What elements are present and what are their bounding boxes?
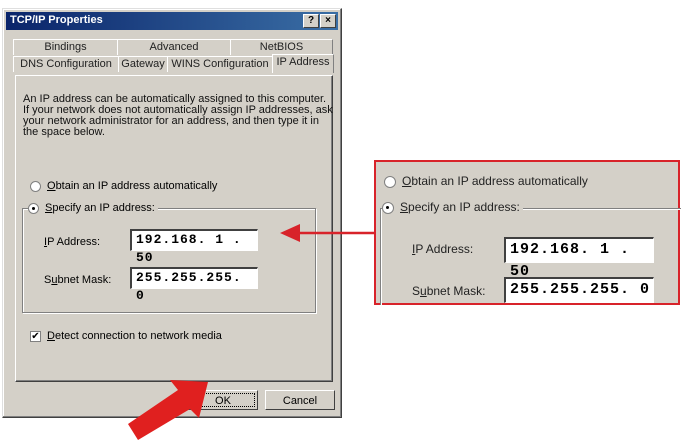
pointer-arrow-to-ok: [128, 380, 208, 440]
annotation-arrows: [128, 224, 374, 440]
pointer-arrow-to-ip: [280, 224, 374, 242]
tab-ip-address[interactable]: IP Address: [272, 54, 334, 73]
